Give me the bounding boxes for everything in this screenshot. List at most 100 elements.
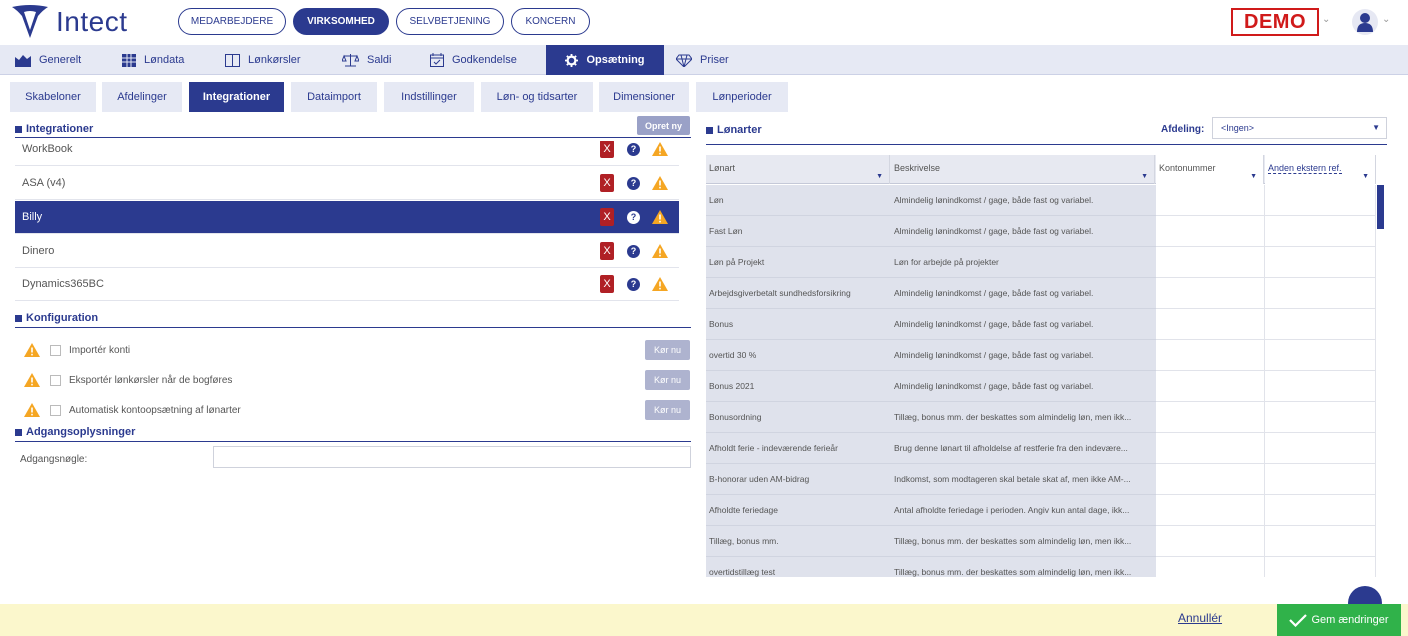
cell-external-ref[interactable] [1265,557,1376,577]
table-row[interactable]: B-honorar uden AM-bidrag Indkomst, som mo… [706,464,1376,495]
checkbox[interactable] [50,404,61,416]
nav-opsaetning[interactable]: Opsætning [546,45,664,75]
integration-row-dinero[interactable]: Dinero X ? [15,235,679,268]
delete-button[interactable]: X [600,141,614,158]
cell-wage-type: Bonus 2021 [706,371,891,402]
column-header-beskrivelse[interactable]: Beskrivelse ▼ [891,155,1155,184]
table-row[interactable]: Løn Almindelig lønindkomst / gage, både f… [706,185,1376,216]
subtab-afdelinger[interactable]: Afdelinger [102,82,182,112]
cell-external-ref[interactable] [1265,340,1376,371]
tab-selvbetjening[interactable]: SELVBETJENING [396,8,504,35]
subtab-skabeloner[interactable]: Skabeloner [10,82,96,112]
cell-account-number[interactable] [1156,371,1265,402]
table-row[interactable]: Løn på Projekt Løn for arbejde på projekt… [706,247,1376,278]
cell-account-number[interactable] [1156,433,1265,464]
nav-priser[interactable]: Priser [676,45,729,75]
cell-external-ref[interactable] [1265,526,1376,557]
chevron-down-icon[interactable]: ⌄ [1322,14,1330,25]
column-header-kontonummer[interactable]: Kontonummer ▼ [1156,155,1264,184]
help-icon[interactable]: ? [627,142,640,156]
delete-button[interactable]: X [600,275,614,293]
save-changes-button[interactable]: Gem ændringer [1277,604,1401,636]
table-row[interactable]: Bonusordning Tillæg, bonus mm. der beskat… [706,402,1376,433]
cell-external-ref[interactable] [1265,309,1376,340]
column-header-ekstern-ref[interactable]: Anden ekstern ref. ▼ [1265,155,1376,184]
subtab-lon-og-tidsarter[interactable]: Løn- og tidsarter [481,82,593,112]
cell-account-number[interactable] [1156,309,1265,340]
checkbox[interactable] [50,344,61,356]
cell-account-number[interactable] [1156,557,1265,577]
intect-logo[interactable]: Intect [10,4,127,40]
table-row[interactable]: Tillæg, bonus mm. Tillæg, bonus mm. der b… [706,526,1376,557]
help-icon[interactable]: ? [627,210,640,224]
nav-londata[interactable]: Løndata [122,45,184,75]
delete-button[interactable]: X [600,174,614,192]
chart-icon [15,54,31,67]
cell-account-number[interactable] [1156,402,1265,433]
cell-external-ref[interactable] [1265,371,1376,402]
cell-external-ref[interactable] [1265,495,1376,526]
cell-external-ref[interactable] [1265,278,1376,309]
subtab-lonperioder[interactable]: Lønperioder [696,82,788,112]
create-new-button[interactable]: Opret ny [637,116,690,135]
cell-account-number[interactable] [1156,185,1265,216]
filter-caret-icon[interactable]: ▼ [876,173,883,180]
subtab-indstillinger[interactable]: Indstillinger [384,82,474,112]
table-row[interactable]: Fast Løn Almindelig lønindkomst / gage, b… [706,216,1376,247]
run-now-button[interactable]: Kør nu [645,370,690,390]
delete-button[interactable]: X [600,242,614,260]
integration-row-dynamics365bc[interactable]: Dynamics365BC X ? [15,268,679,301]
filter-caret-icon[interactable]: ▼ [1250,173,1257,180]
help-icon[interactable]: ? [627,176,640,190]
table-row[interactable]: Arbejdsgiverbetalt sundhedsforsikring Alm… [706,278,1376,309]
column-header-lonart[interactable]: Lønart ▼ [706,155,890,184]
run-now-button[interactable]: Kør nu [645,400,690,420]
subtab-dataimport[interactable]: Dataimport [291,82,377,112]
subtab-dimensioner[interactable]: Dimensioner [599,82,689,112]
subtab-integrationer[interactable]: Integrationer [189,82,284,112]
table-row[interactable]: Bonus Almindelig lønindkomst / gage, både… [706,309,1376,340]
department-select[interactable]: <Ingen> ▼ [1212,117,1387,139]
nav-godkendelse[interactable]: Godkendelse [430,45,517,75]
checkbox[interactable] [50,374,61,386]
nav-generelt[interactable]: Generelt [15,45,81,75]
cell-account-number[interactable] [1156,278,1265,309]
access-key-input[interactable] [213,446,691,468]
scrollbar-thumb[interactable] [1377,185,1384,229]
integration-row-billy[interactable]: Billy X ? [15,201,679,234]
cell-account-number[interactable] [1156,247,1265,278]
tab-medarbejdere[interactable]: MEDARBEJDERE [178,8,286,35]
table-row[interactable]: overtidstillæg test Tillæg, bonus mm. der… [706,557,1376,577]
cell-external-ref[interactable] [1265,216,1376,247]
delete-button[interactable]: X [600,208,614,226]
table-row[interactable]: Bonus 2021 Almindelig lønindkomst / gage,… [706,371,1376,402]
cell-account-number[interactable] [1156,464,1265,495]
cell-external-ref[interactable] [1265,433,1376,464]
table-row[interactable]: overtid 30 % Almindelig lønindkomst / gag… [706,340,1376,371]
cell-account-number[interactable] [1156,495,1265,526]
nav-saldi[interactable]: Saldi [342,45,391,75]
help-icon[interactable]: ? [627,277,640,291]
nav-lonkorsler[interactable]: Lønkørsler [225,45,301,75]
cell-account-number[interactable] [1156,340,1265,371]
filter-caret-icon[interactable]: ▼ [1362,173,1369,180]
tab-koncern[interactable]: KONCERN [511,8,590,35]
integration-row-asa[interactable]: ASA (v4) X ? [15,167,679,200]
user-avatar[interactable] [1352,9,1378,35]
run-now-button[interactable]: Kør nu [645,340,690,360]
cell-account-number[interactable] [1156,526,1265,557]
cell-account-number[interactable] [1156,216,1265,247]
tab-virksomhed[interactable]: VIRKSOMHED [293,8,389,35]
cell-external-ref[interactable] [1265,402,1376,433]
environment-badge[interactable]: DEMO [1231,8,1319,36]
chevron-down-icon[interactable]: ⌄ [1382,14,1390,25]
table-row[interactable]: Afholdte feriedage Antal afholdte ferieda… [706,495,1376,526]
cell-external-ref[interactable] [1265,185,1376,216]
help-icon[interactable]: ? [627,244,640,258]
filter-caret-icon[interactable]: ▼ [1141,173,1148,180]
table-row[interactable]: Afholdt ferie - indeværende ferieår Brug … [706,433,1376,464]
cell-external-ref[interactable] [1265,464,1376,495]
integration-row-workbook[interactable]: WorkBook X ? [15,141,679,166]
cancel-link[interactable]: Annullér [1178,611,1222,625]
cell-external-ref[interactable] [1265,247,1376,278]
